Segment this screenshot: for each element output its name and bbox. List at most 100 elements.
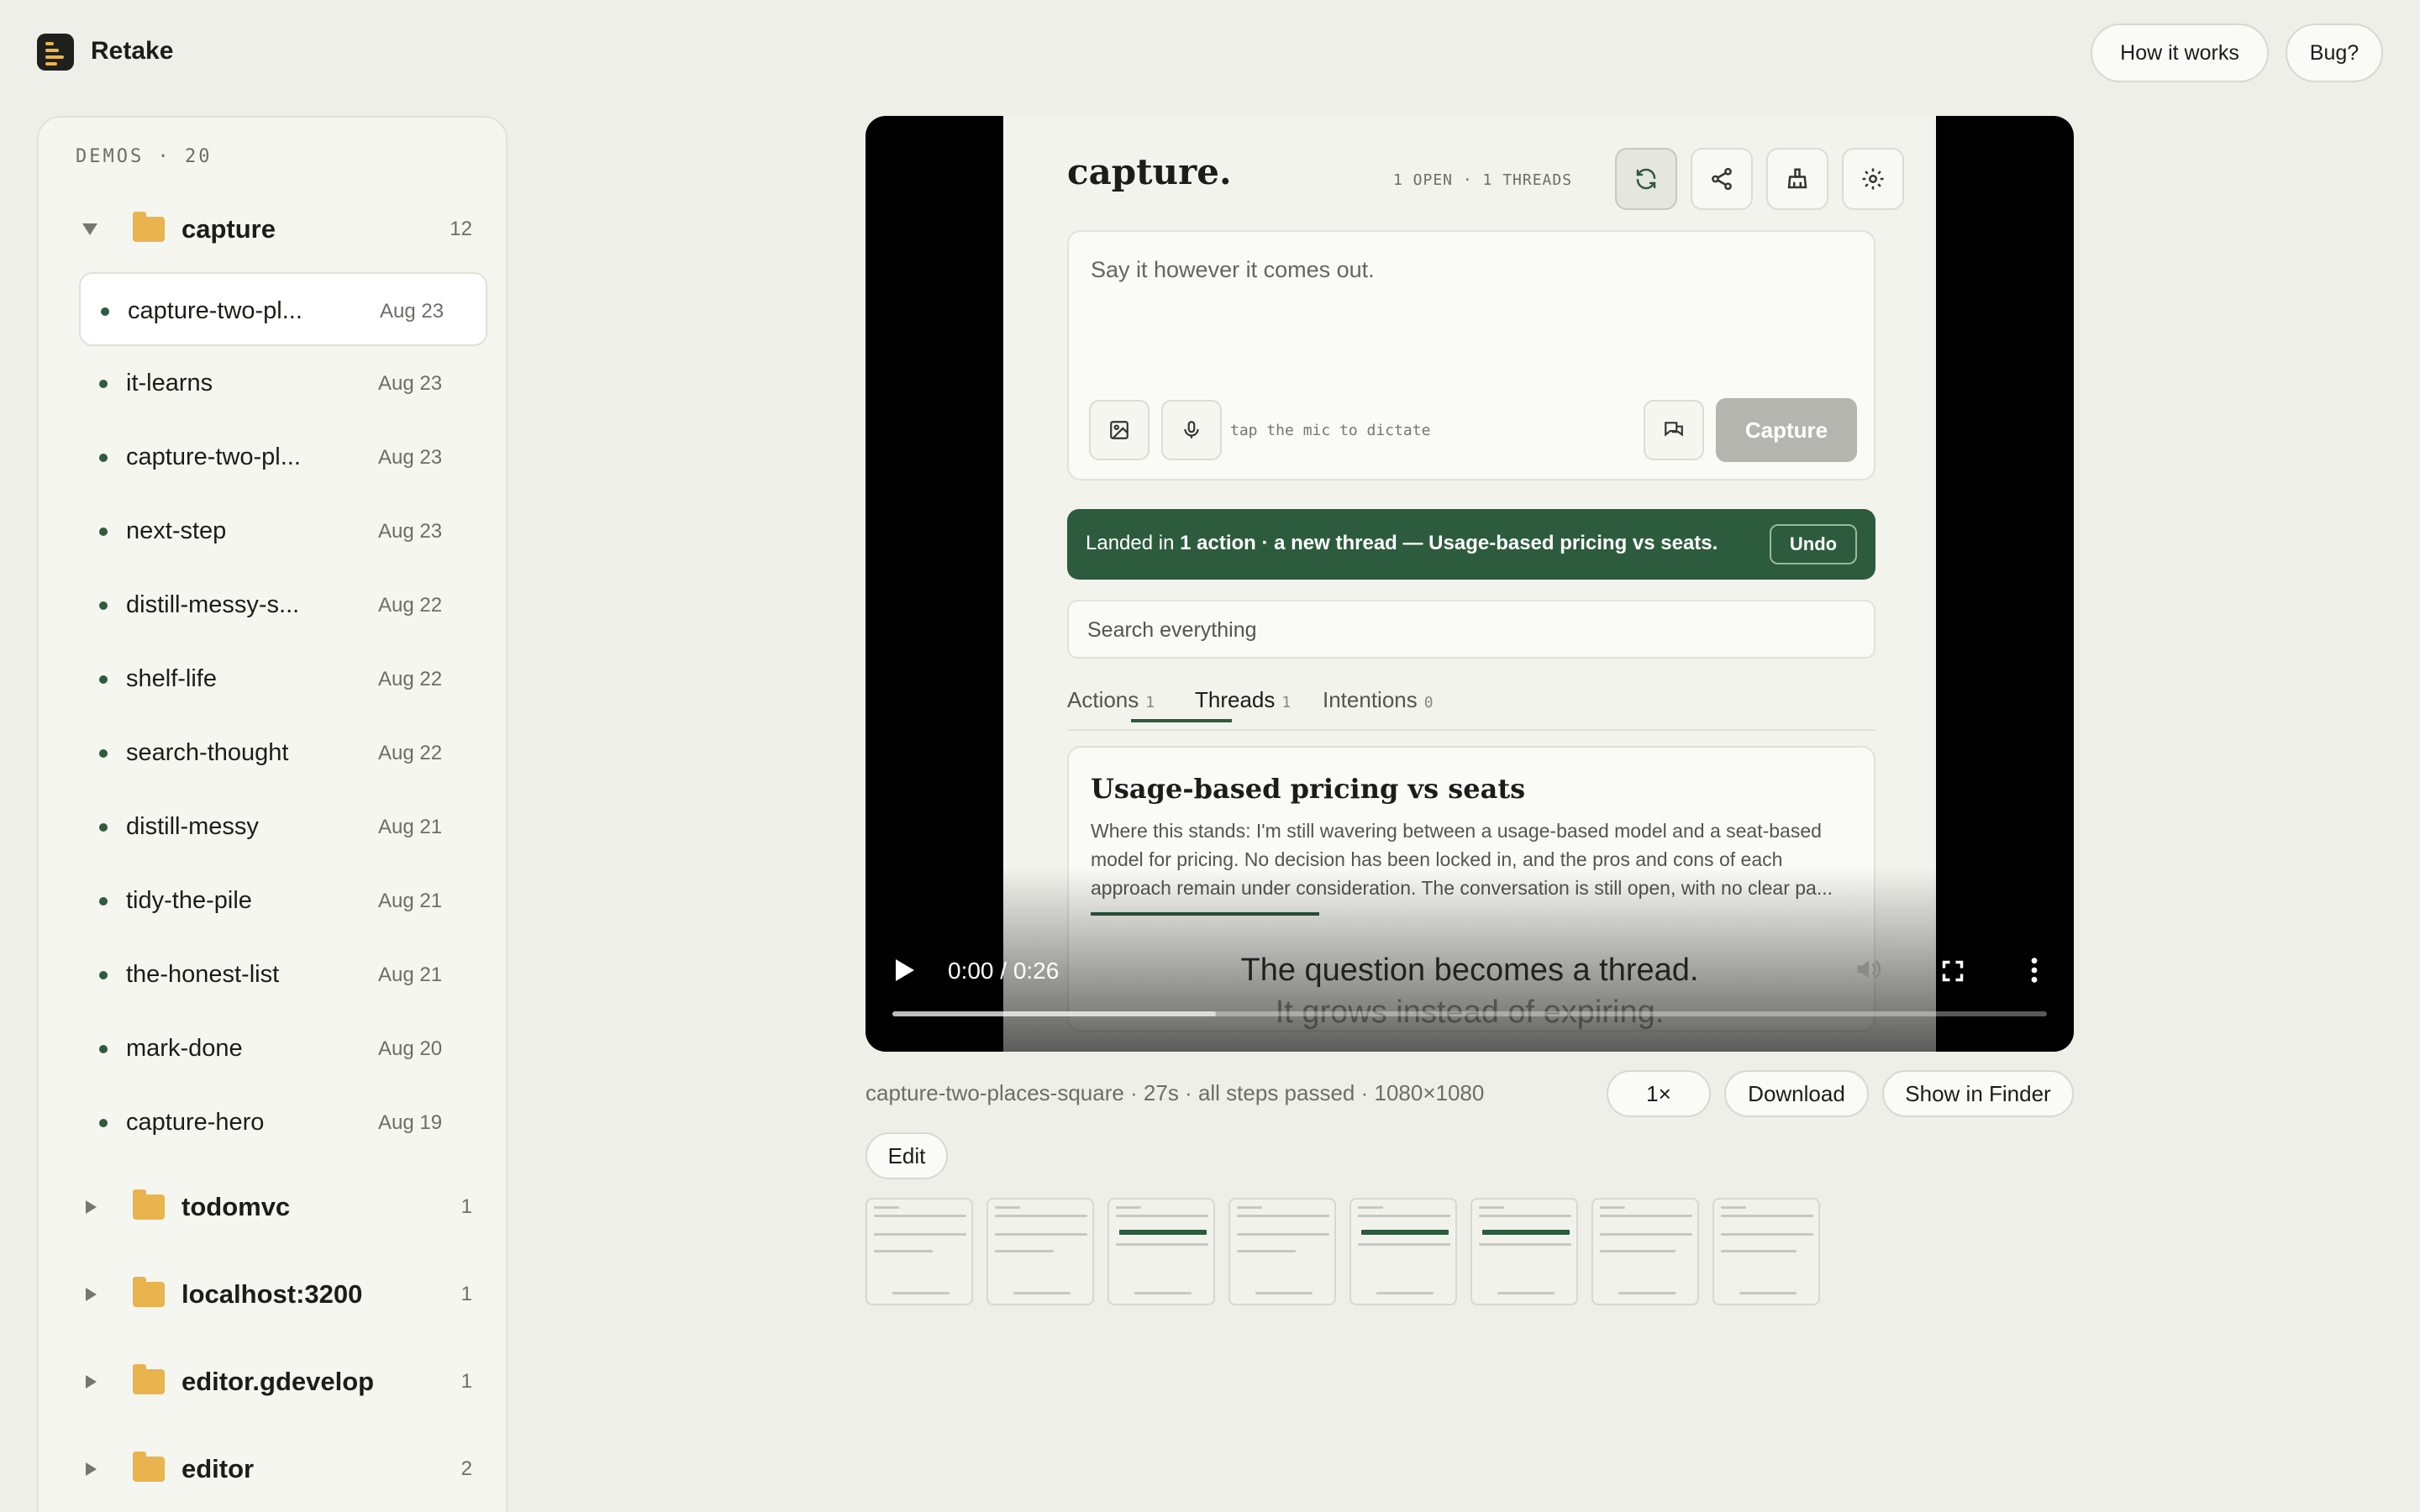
demo-item-name: capture-two-pl... xyxy=(126,444,301,470)
video-progress-bar[interactable] xyxy=(892,1011,2047,1016)
broom-icon xyxy=(1787,168,1807,189)
demo-item-name: search-thought xyxy=(126,739,289,766)
undo-button: Undo xyxy=(1770,524,1857,564)
status-dot-icon xyxy=(101,307,109,316)
folder-count: 1 xyxy=(460,1195,472,1218)
thumbnail[interactable] xyxy=(865,1198,973,1305)
status-dot-icon xyxy=(99,897,108,906)
thumbnail[interactable] xyxy=(986,1198,1094,1305)
demo-item[interactable]: capture-two-pl... Aug 23 xyxy=(79,420,487,494)
folder-icon xyxy=(133,212,165,242)
folder-editor[interactable]: editor 2 xyxy=(39,1440,509,1499)
tab-threads: Threads 1 xyxy=(1195,687,1291,713)
tab-count: 1 xyxy=(1281,694,1292,711)
demo-item-name: distill-messy-s... xyxy=(126,591,300,618)
demo-item-name: distill-messy xyxy=(126,813,259,840)
status-dot-icon xyxy=(99,380,108,388)
folder-icon xyxy=(133,1452,165,1482)
demo-item-date: Aug 23 xyxy=(378,372,443,395)
thumbnail[interactable] xyxy=(1228,1198,1336,1305)
demo-item[interactable]: mark-done Aug 20 xyxy=(79,1011,487,1085)
demo-item[interactable]: it-learns Aug 23 xyxy=(79,346,487,420)
demo-item-date: Aug 21 xyxy=(378,890,443,912)
capture-input-placeholder: Say it however it comes out. xyxy=(1091,257,1375,282)
how-it-works-button[interactable]: How it works xyxy=(2091,24,2269,82)
demo-item-name: the-honest-list xyxy=(126,961,280,988)
demo-item[interactable]: shelf-life Aug 22 xyxy=(79,642,487,716)
demo-item-name: mark-done xyxy=(126,1035,243,1062)
status-dot-icon xyxy=(99,528,108,536)
folder-name: editor.gdevelop xyxy=(182,1367,375,1396)
folder-count: 1 xyxy=(460,1283,472,1305)
settings-button xyxy=(1842,148,1904,210)
demo-item-date: Aug 19 xyxy=(378,1111,443,1134)
tab-label: Threads xyxy=(1195,687,1276,712)
demo-item-date: Aug 22 xyxy=(378,668,443,690)
chevron-right-icon[interactable] xyxy=(86,1288,97,1301)
play-icon[interactable] xyxy=(896,959,914,981)
show-in-finder-button[interactable]: Show in Finder xyxy=(1882,1070,2074,1117)
status-dot-icon xyxy=(99,971,108,979)
share-button xyxy=(1691,148,1753,210)
image-attach-button xyxy=(1089,400,1150,460)
capture-logo: capture. xyxy=(1067,151,1232,192)
chevron-down-icon[interactable] xyxy=(82,223,97,235)
folder-capture[interactable]: capture 12 xyxy=(39,200,509,259)
thumbnail[interactable] xyxy=(1470,1198,1578,1305)
chevron-right-icon[interactable] xyxy=(86,1375,97,1389)
banner-prefix: Landed in xyxy=(1086,532,1181,554)
capture-input-card: Say it however it comes out. tap the mic… xyxy=(1067,230,1876,480)
video-time: 0:00 / 0:26 xyxy=(948,958,1060,984)
demo-item[interactable]: next-step Aug 23 xyxy=(79,494,487,568)
video-player[interactable]: capture. 1 OPEN · 1 THREADS Say it howev… xyxy=(865,116,2074,1052)
demo-item-name: next-step xyxy=(126,517,227,544)
chevron-right-icon[interactable] xyxy=(86,1200,97,1214)
more-options-icon[interactable] xyxy=(2028,956,2040,989)
folder-todomvc[interactable]: todomvc 1 xyxy=(39,1178,509,1236)
demos-count-header: DEMOS · 20 xyxy=(76,146,213,167)
demo-item[interactable]: distill-messy-s... Aug 22 xyxy=(79,568,487,642)
chat-button xyxy=(1644,400,1704,460)
demo-item[interactable]: the-honest-list Aug 21 xyxy=(79,937,487,1011)
microphone-icon xyxy=(1184,421,1199,438)
search-placeholder: Search everything xyxy=(1087,618,1257,642)
folder-localhost[interactable]: localhost:3200 1 xyxy=(39,1265,509,1324)
demo-item-date: Aug 22 xyxy=(378,742,443,764)
demo-item[interactable]: search-thought Aug 22 xyxy=(79,716,487,790)
folder-count: 12 xyxy=(450,218,472,240)
thread-title: Usage-based pricing vs seats xyxy=(1091,773,1526,805)
status-dot-icon xyxy=(99,675,108,684)
chevron-right-icon[interactable] xyxy=(86,1462,97,1476)
thumbnail[interactable] xyxy=(1712,1198,1820,1305)
status-dot-icon xyxy=(99,749,108,758)
image-icon xyxy=(1110,421,1128,439)
folder-editor-gdevelop[interactable]: editor.gdevelop 1 xyxy=(39,1352,509,1411)
folder-count: 2 xyxy=(460,1457,472,1480)
landed-banner: Landed in 1 action · a new thread — Usag… xyxy=(1067,509,1876,580)
demo-item[interactable]: capture-hero Aug 19 xyxy=(79,1085,487,1159)
tab-count: 0 xyxy=(1423,694,1434,711)
thumbnail[interactable] xyxy=(1107,1198,1215,1305)
thumbnail[interactable] xyxy=(1349,1198,1457,1305)
folder-icon xyxy=(133,1189,165,1220)
tab-label: Intentions xyxy=(1323,687,1418,712)
demo-item[interactable]: capture-two-pl... Aug 23 xyxy=(79,272,487,346)
bug-report-button[interactable]: Bug? xyxy=(2286,24,2383,82)
video-progress-fill xyxy=(892,1011,1216,1016)
download-button[interactable]: Download xyxy=(1724,1070,1869,1117)
volume-icon[interactable] xyxy=(1854,954,1884,989)
active-tab-indicator xyxy=(1131,719,1232,722)
demo-item[interactable]: tidy-the-pile Aug 21 xyxy=(79,864,487,937)
edit-button[interactable]: Edit xyxy=(865,1132,948,1179)
thumbnail[interactable] xyxy=(1591,1198,1699,1305)
demo-item-name: shelf-life xyxy=(126,665,217,692)
folder-name: capture xyxy=(182,214,276,244)
demo-item[interactable]: distill-messy Aug 21 xyxy=(79,790,487,864)
speed-button[interactable]: 1× xyxy=(1607,1070,1711,1117)
banner-text: Landed in 1 action · a new thread — Usag… xyxy=(1086,532,1718,555)
tab-bar: Actions 1 Threads 1 Intentions 0 xyxy=(1067,680,1876,731)
fullscreen-icon[interactable] xyxy=(1941,959,1965,987)
demo-item-date: Aug 23 xyxy=(378,520,443,543)
demos-sidebar: DEMOS · 20 capture 12 capture-two-pl... … xyxy=(37,116,508,1512)
demo-item-name: it-learns xyxy=(126,370,213,396)
